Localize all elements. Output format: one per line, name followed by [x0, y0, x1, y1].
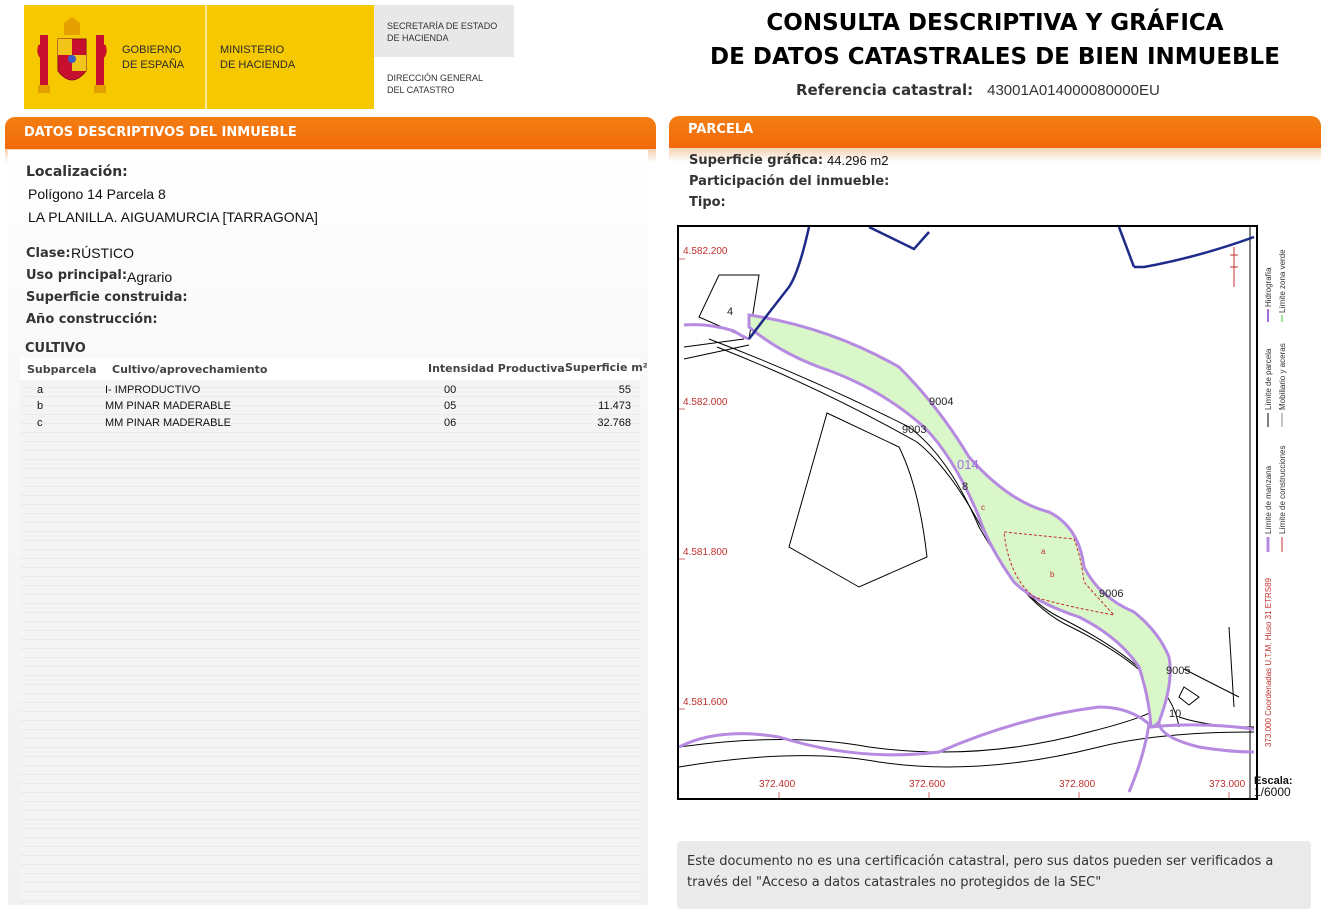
map-legend-column: Hidrografía Límite zona verde Límite de …: [1254, 227, 1300, 772]
disclaimer-note: Este documento no es una certificación c…: [677, 841, 1311, 909]
tipo-label: Tipo:: [689, 195, 726, 210]
referencia-value: 43001A014000080000EU: [987, 82, 1160, 99]
superficie-construida-label: Superficie construida:: [26, 290, 188, 305]
anio-construccion-label: Año construcción:: [26, 312, 158, 327]
legend-coords: 373.000 Coordenadas U.T.M. Huso 31 ETRS8…: [1264, 577, 1273, 747]
north-arrow-icon: [1230, 247, 1238, 287]
legend-zona-verde: Límite zona verde: [1278, 249, 1287, 313]
svg-text:4.581.800: 4.581.800: [683, 547, 728, 558]
hydrography: [748, 227, 1255, 340]
legend-limite-manzana: Límite de manzana: [1264, 465, 1273, 534]
roads: [679, 323, 1255, 793]
road-label-9006: 9006: [1099, 588, 1123, 600]
superficie-grafica-label: Superficie gráfica:: [689, 153, 824, 168]
clase-value: RÚSTICO: [71, 245, 134, 261]
road-label-9004: 9004: [929, 396, 953, 408]
cadastral-map[interactable]: 4.582.200 4.582.000 4.581.800 4.581.600 …: [677, 225, 1258, 800]
svg-text:373.000: 373.000: [1209, 779, 1246, 790]
secretaria-block: SECRETARÍA DE ESTADO DE HACIENDA: [374, 5, 514, 57]
col-cultivo: Cultivo/aprovechamiento: [112, 363, 268, 376]
road-label-9005: 9005: [1166, 665, 1190, 677]
ministerio-text: MINISTERIO DE HACIENDA: [220, 44, 296, 71]
gobierno-logo-block: GOBIERNO DE ESPAÑA MINISTERIO DE HACIEND…: [24, 5, 374, 109]
svg-text:372.600: 372.600: [909, 779, 946, 790]
legend-limite-parcela: Límite de parcela: [1264, 348, 1273, 410]
polygon-label-014: 014: [957, 457, 979, 472]
cultivo-heading: CULTIVO: [25, 341, 86, 356]
localizacion-line2: LA PLANILLA. AIGUAMURCIA [TARRAGONA]: [28, 209, 318, 225]
parcel-label-8: 8: [962, 481, 968, 493]
svg-text:b: b: [1050, 570, 1055, 579]
cadastral-map-svg: 4.582.200 4.582.000 4.581.800 4.581.600 …: [679, 227, 1255, 798]
coordinate-grid: [679, 258, 1230, 798]
coat-of-arms-icon: [37, 17, 107, 93]
uso-principal-value: Agrario: [127, 269, 173, 285]
legend-construcciones: Límite de construcciones: [1278, 446, 1287, 535]
localizacion-label: Localización:: [26, 164, 128, 180]
road-label-9003: 9003: [902, 424, 926, 436]
col-superficie: Superficie m²: [565, 361, 648, 374]
referencia-catastral: Referencia catastral: 43001A014000080000E…: [796, 81, 1160, 99]
parcel-labels: 4 9004 9003 8 9006 9005 10: [727, 306, 1190, 720]
parcel-label-10: 10: [1169, 708, 1181, 720]
legend-hidrografia: Hidrografía: [1264, 267, 1273, 307]
participacion-label: Participación del inmueble:: [689, 174, 890, 189]
parcela-header-bar: PARCELA: [669, 116, 1321, 148]
svg-text:372.400: 372.400: [759, 779, 796, 790]
localizacion-line1: Polígono 14 Parcela 8: [28, 186, 166, 202]
svg-text:4.582.200: 4.582.200: [683, 246, 728, 257]
parcel-8-area: [747, 313, 1172, 729]
svg-text:372.800: 372.800: [1059, 779, 1096, 790]
col-subparcela: Subparcela: [27, 363, 97, 376]
svg-text:a: a: [1041, 547, 1046, 556]
cultivo-table-bg: [20, 361, 640, 901]
uso-principal-label: Uso principal:: [26, 268, 128, 283]
svg-text:4.582.000: 4.582.000: [683, 397, 728, 408]
svg-text:4.581.600: 4.581.600: [683, 697, 728, 708]
superficie-grafica-value: 44.296 m2: [827, 153, 889, 168]
svg-text:c: c: [981, 503, 985, 512]
scale-box: Escala: 1/6000: [1254, 775, 1304, 799]
legend-mobiliario: Mobiliario y aceras: [1278, 343, 1287, 410]
descriptivos-header-bar: DATOS DESCRIPTIVOS DEL INMUEBLE: [5, 117, 656, 149]
parcel-label-4: 4: [727, 306, 733, 318]
logo-divider: [205, 5, 207, 109]
clase-label: Clase:: [26, 246, 71, 261]
col-intensidad: Intensidad Productiva: [428, 362, 565, 375]
scale-value: 1/6000: [1254, 785, 1291, 799]
gobierno-text: GOBIERNO DE ESPAÑA: [122, 44, 185, 71]
direccion-general-text: DIRECCIÓN GENERAL DEL CATASTRO: [387, 73, 484, 95]
document-title: CONSULTA DESCRIPTIVA Y GRÁFICA DE DATOS …: [710, 10, 1280, 70]
